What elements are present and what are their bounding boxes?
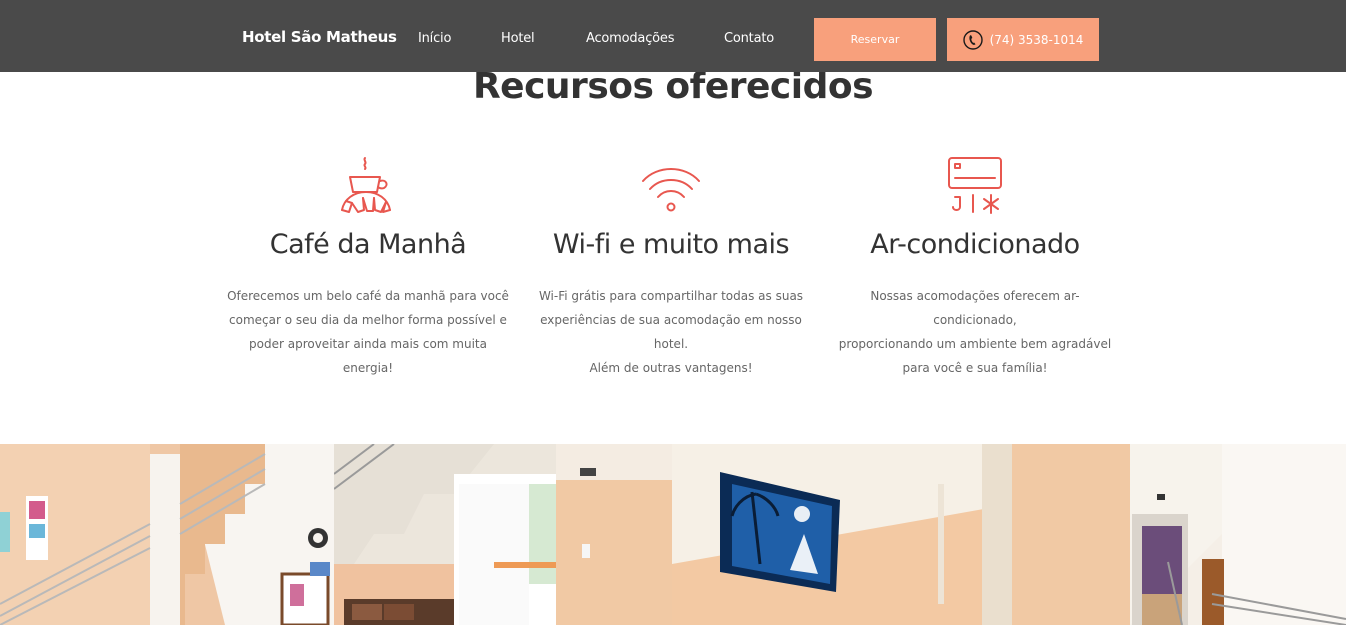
section-title: Recursos oferecidos <box>472 66 874 107</box>
nav-link-hotel[interactable]: Hotel <box>501 31 535 46</box>
nav-link-acomodacoes[interactable]: Acomodações <box>586 31 674 46</box>
feature-description: Oferecemos um belo café da manhã para vo… <box>223 284 513 380</box>
gallery-photo-lounge[interactable] <box>334 444 556 625</box>
gallery-photo-hallway[interactable] <box>556 444 672 625</box>
phone-number: (74) 3538-1014 <box>989 32 1084 47</box>
feature-wifi: Wi-fi e muito mais Wi-Fi grátis para com… <box>521 155 821 380</box>
phone-icon <box>962 29 983 50</box>
feature-text-line: poder aproveitar ainda mais com muita en… <box>249 337 487 375</box>
feature-text-line: Wi-Fi grátis para compartilhar todas as … <box>538 289 804 303</box>
gallery-photo-painting-wall[interactable] <box>672 444 1012 625</box>
feature-text-line: experiências de sua acomodação em nosso … <box>540 313 802 351</box>
feature-text-line: Nossas acomodações oferecem ar-condicion… <box>870 289 1080 327</box>
feature-text-line: Oferecemos um belo café da manhã para vo… <box>227 289 509 303</box>
nav-link-contato[interactable]: Contato <box>724 31 774 46</box>
nav-link-inicio[interactable]: Início <box>418 31 451 46</box>
coffee-croissant-icon <box>341 157 391 213</box>
feature-title: Ar-condicionado <box>870 229 1080 260</box>
feature-text-line: Além de outras vantagens! <box>589 361 753 375</box>
wifi-icon <box>642 168 700 212</box>
brand-logo-link[interactable]: Hotel São Matheus <box>242 28 397 46</box>
feature-breakfast: Café da Manhâ Oferecemos um belo café da… <box>218 155 518 380</box>
air-conditioner-icon <box>948 157 1002 214</box>
phone-button[interactable]: (74) 3538-1014 <box>947 18 1099 61</box>
gallery-photo-stairwell[interactable] <box>1012 444 1346 625</box>
hotel-photo-gallery <box>0 444 1346 625</box>
gallery-photo-stairs-lobby[interactable] <box>0 444 334 625</box>
top-navbar: Hotel São Matheus Início Hotel Acomodaçõ… <box>0 0 1346 72</box>
feature-air-conditioning: Ar-condicionado Nossas acomodações ofere… <box>825 155 1125 380</box>
feature-title: Café da Manhâ <box>269 229 467 260</box>
feature-description: Nossas acomodações oferecem ar-condicion… <box>830 284 1120 380</box>
feature-text-line: para você e sua família! <box>902 361 1048 375</box>
reserve-button[interactable]: Reservar <box>814 18 936 61</box>
feature-description: Wi-Fi grátis para compartilhar todas as … <box>526 284 816 380</box>
feature-text-line: proporcionando um ambiente bem agradável <box>838 337 1112 351</box>
feature-title: Wi-fi e muito mais <box>552 229 790 260</box>
feature-text-line: começar o seu dia da melhor forma possív… <box>229 313 507 327</box>
